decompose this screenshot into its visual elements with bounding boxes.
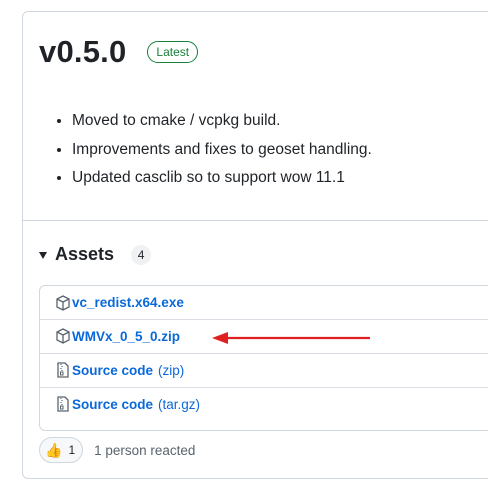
release-version[interactable]: v0.5.0 bbox=[39, 34, 126, 70]
asset-link-vc-redist[interactable]: vc_redist.x64.exe bbox=[72, 295, 184, 310]
release-note-item: Improvements and fixes to geoset handlin… bbox=[72, 136, 372, 165]
release-note-item: Moved to cmake / vcpkg build. bbox=[72, 107, 372, 136]
package-icon bbox=[56, 328, 70, 344]
asset-link-source-targz[interactable]: Source code bbox=[72, 397, 153, 412]
asset-ext-label: (tar.gz) bbox=[158, 396, 201, 412]
package-icon bbox=[56, 294, 70, 311]
caret-down-icon bbox=[39, 252, 47, 259]
file-zip-icon bbox=[56, 396, 70, 412]
thumbs-up-reaction-button[interactable]: 👍 1 bbox=[39, 437, 84, 463]
section-divider bbox=[23, 220, 488, 221]
asset-row[interactable]: Source code (tar.gz) bbox=[40, 387, 488, 420]
asset-ext-label: (zip) bbox=[158, 362, 185, 378]
assets-toggle[interactable]: Assets 4 bbox=[39, 244, 152, 265]
asset-row[interactable]: WMVx_0_5_0.zip bbox=[40, 319, 488, 352]
asset-row[interactable]: vc_redist.x64.exe bbox=[40, 286, 488, 319]
release-title-row: v0.5.0 Latest bbox=[39, 34, 199, 70]
asset-link-source-zip[interactable]: Source code bbox=[72, 363, 153, 378]
assets-heading: Assets bbox=[55, 244, 115, 264]
reaction-summary: 1 person reacted bbox=[94, 442, 196, 458]
release-notes: Moved to cmake / vcpkg build. Improvemen… bbox=[52, 107, 372, 193]
thumbs-up-icon: 👍 bbox=[45, 441, 63, 458]
assets-list: vc_redist.x64.exe WMVx_0_5_0.zip Source … bbox=[39, 285, 488, 431]
file-zip-icon bbox=[56, 362, 70, 378]
asset-row[interactable]: Source code (zip) bbox=[40, 353, 488, 386]
assets-count-badge: 4 bbox=[131, 244, 152, 265]
release-card: v0.5.0 Latest Moved to cmake / vcpkg bui… bbox=[22, 11, 488, 479]
reaction-count: 1 bbox=[68, 443, 76, 457]
reactions-bar: 👍 1 1 person reacted bbox=[39, 437, 195, 463]
latest-badge: Latest bbox=[147, 41, 199, 63]
release-note-item: Updated casclib so to support wow 11.1 bbox=[72, 164, 372, 193]
asset-link-wmvx-zip[interactable]: WMVx_0_5_0.zip bbox=[72, 329, 180, 344]
